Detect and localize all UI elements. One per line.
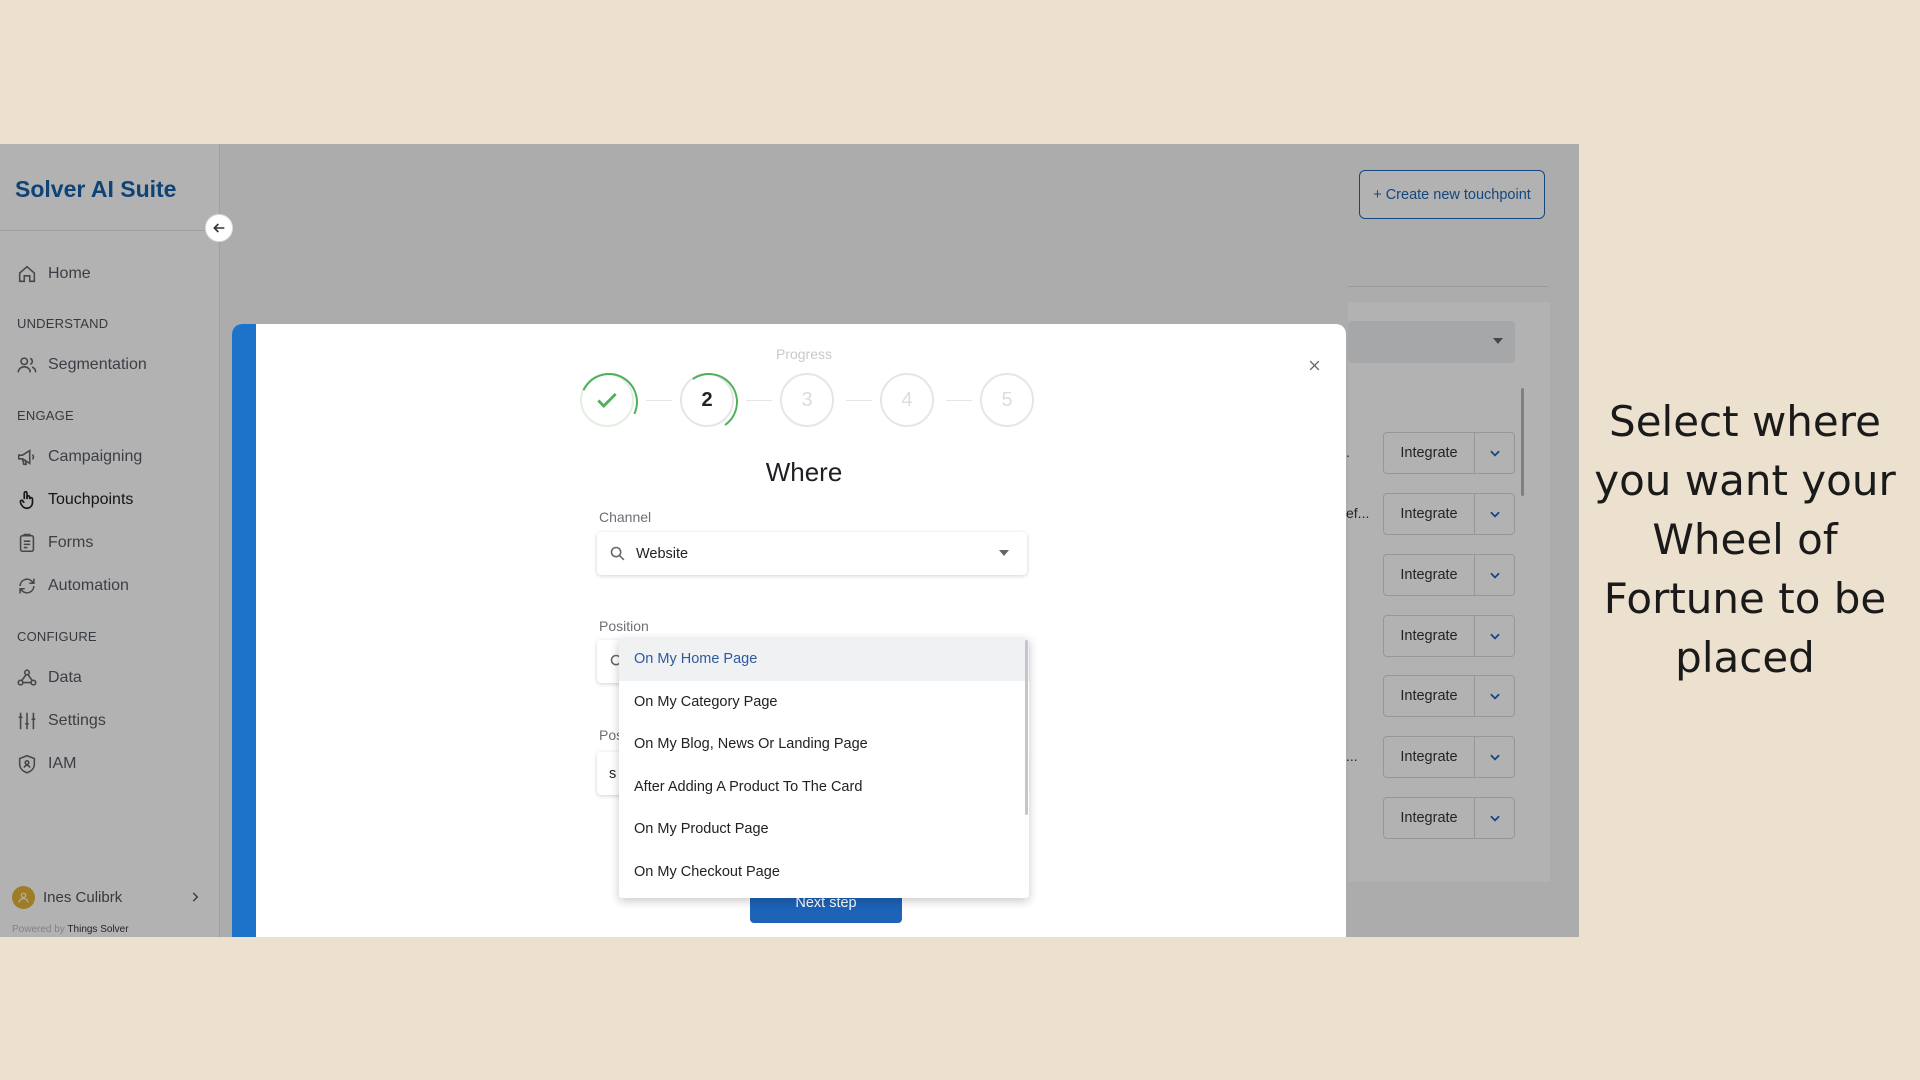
dropdown-option[interactable]: On My Product Page xyxy=(619,808,1029,851)
channel-label: Channel xyxy=(599,509,652,525)
progress-label: Progress xyxy=(775,346,833,362)
step-5: 5 xyxy=(980,373,1034,427)
position-2-value: s xyxy=(609,765,617,782)
tutorial-caption: Select where you want your Wheel of Fort… xyxy=(1594,397,1896,682)
step-4: 4 xyxy=(880,373,934,427)
modal-title: Where xyxy=(765,457,843,487)
touchpoint-wizard-modal: Progress 2 3 4 5 Where Channel Website P… xyxy=(232,324,1346,937)
position-dropdown-menu: On My Home Page On My Category Page On M… xyxy=(619,638,1029,898)
dropdown-option[interactable]: On My Home Page xyxy=(619,638,1029,681)
search-icon xyxy=(610,546,625,561)
close-icon xyxy=(1309,360,1319,370)
app-window: Solver AI Suite Home UNDERSTAND Segmenta… xyxy=(0,144,1579,937)
step-1-completed xyxy=(580,373,634,427)
collapse-sidebar-button[interactable] xyxy=(205,214,233,242)
check-icon xyxy=(597,393,617,408)
position-label: Position xyxy=(599,618,649,634)
dropdown-option[interactable]: On My Category Page xyxy=(619,681,1029,724)
step-connector xyxy=(646,400,672,401)
caret-down-icon xyxy=(999,550,1009,556)
dropdown-scrollbar[interactable] xyxy=(1025,640,1028,815)
modal-accent-bar xyxy=(232,324,256,937)
step-connector xyxy=(946,400,972,401)
step-2-current: 2 xyxy=(680,373,734,427)
dropdown-option[interactable]: After Adding A Product To The Card xyxy=(619,766,1029,809)
step-connector xyxy=(846,400,872,401)
dropdown-option[interactable]: On My Checkout Page xyxy=(619,851,1029,894)
channel-select[interactable]: Website xyxy=(597,532,1027,575)
close-button[interactable] xyxy=(1303,354,1325,376)
channel-value: Website xyxy=(636,545,689,562)
step-connector xyxy=(746,400,772,401)
arrow-left-icon xyxy=(213,223,225,233)
dropdown-option[interactable]: On My Blog, News Or Landing Page xyxy=(619,723,1029,766)
step-3: 3 xyxy=(780,373,834,427)
